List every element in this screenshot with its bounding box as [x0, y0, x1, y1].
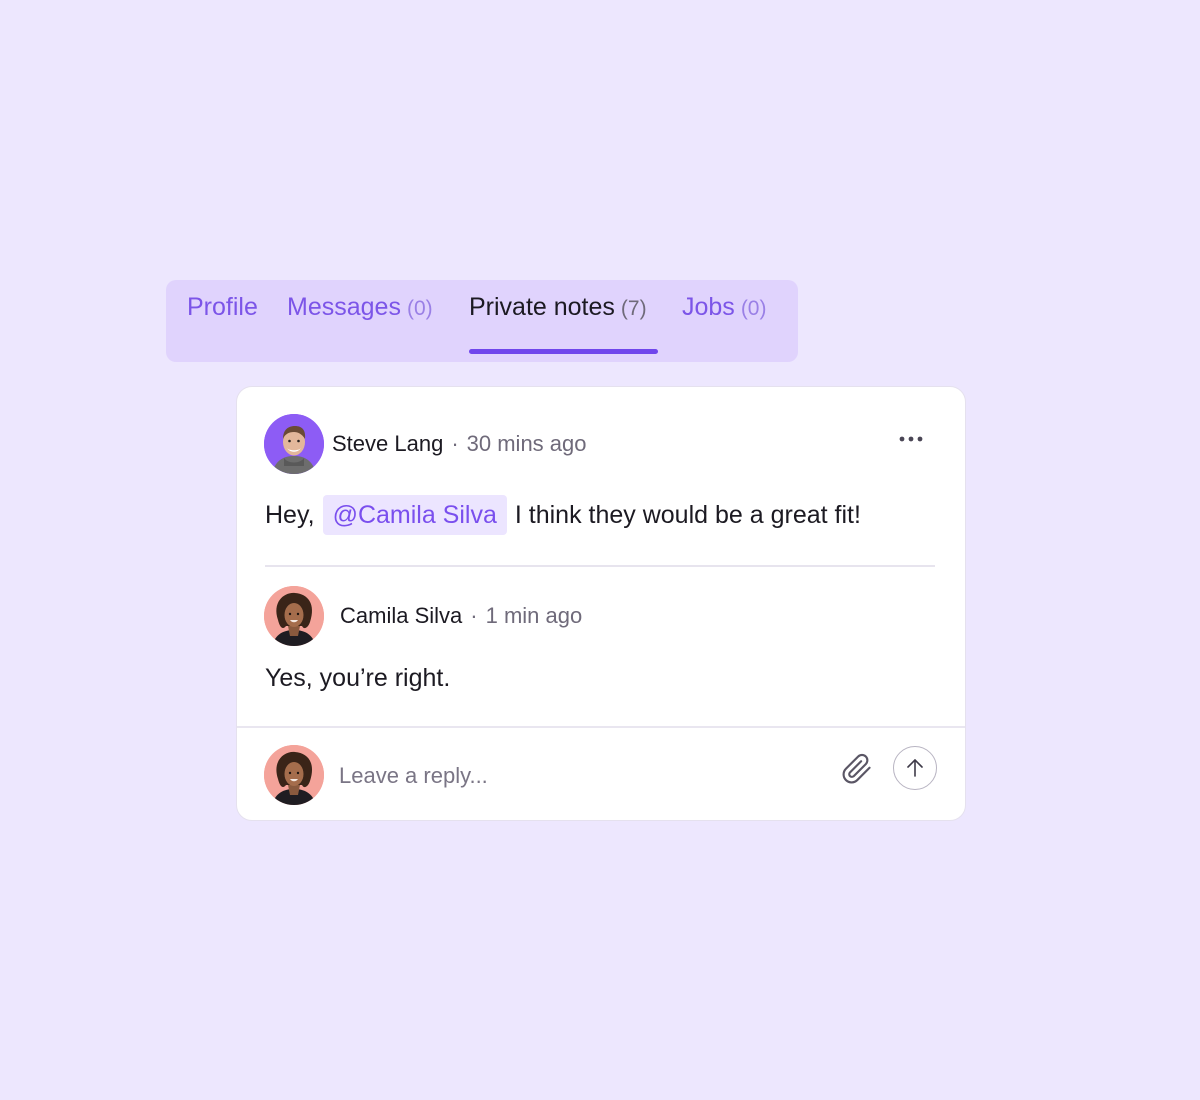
avatar-camila-silva[interactable]: [264, 586, 324, 646]
current-user-avatar: [264, 745, 324, 805]
separator-dot: ·: [451, 431, 459, 456]
tab-label: Messages: [287, 293, 401, 321]
mention-tag[interactable]: @Camila Silva: [322, 495, 507, 535]
arrow-up-icon: [907, 759, 923, 777]
note-message: Hey, @Camila Silva I think they would be a…: [265, 495, 861, 535]
attach-button[interactable]: [841, 753, 873, 785]
divider: [265, 565, 935, 567]
tab-label: Jobs: [682, 293, 735, 321]
reply-input[interactable]: [339, 759, 809, 793]
reply-author-line: Camila Silva · 1 min ago: [340, 603, 582, 629]
separator-dot: ·: [470, 603, 478, 628]
timestamp: 30 mins ago: [466, 431, 587, 456]
avatar-image: [264, 745, 324, 805]
private-note-card: Steve Lang · 30 mins ago Hey, @Camila Silva…: [236, 386, 966, 821]
tab-label: Private notes: [469, 293, 615, 321]
author-name[interactable]: Steve Lang: [332, 431, 443, 456]
more-options-button[interactable]: [893, 427, 929, 451]
avatar-image: [264, 414, 324, 474]
avatar-steve-lang[interactable]: [264, 414, 324, 474]
send-button[interactable]: [893, 746, 937, 790]
more-horizontal-icon: [899, 436, 923, 442]
message-text: I think they would be a great fit!: [514, 501, 861, 529]
paperclip-icon: [842, 753, 871, 784]
author-name[interactable]: Camila Silva: [340, 603, 462, 628]
tab-count: (7): [620, 297, 647, 320]
note-author-line: Steve Lang · 30 mins ago: [332, 431, 587, 457]
active-tab-indicator: [469, 349, 658, 354]
divider: [237, 726, 965, 728]
tab-count: (0): [406, 297, 433, 320]
tab-count: (0): [740, 297, 767, 320]
message-text: Hey,: [265, 501, 315, 529]
tab-label: Profile: [187, 293, 258, 321]
tab-bar: Profile Messages (0) Private notes (7) Job…: [166, 280, 798, 362]
reply-message: Yes, you’re right.: [265, 664, 451, 692]
avatar-image: [264, 586, 324, 646]
timestamp: 1 min ago: [485, 603, 583, 628]
